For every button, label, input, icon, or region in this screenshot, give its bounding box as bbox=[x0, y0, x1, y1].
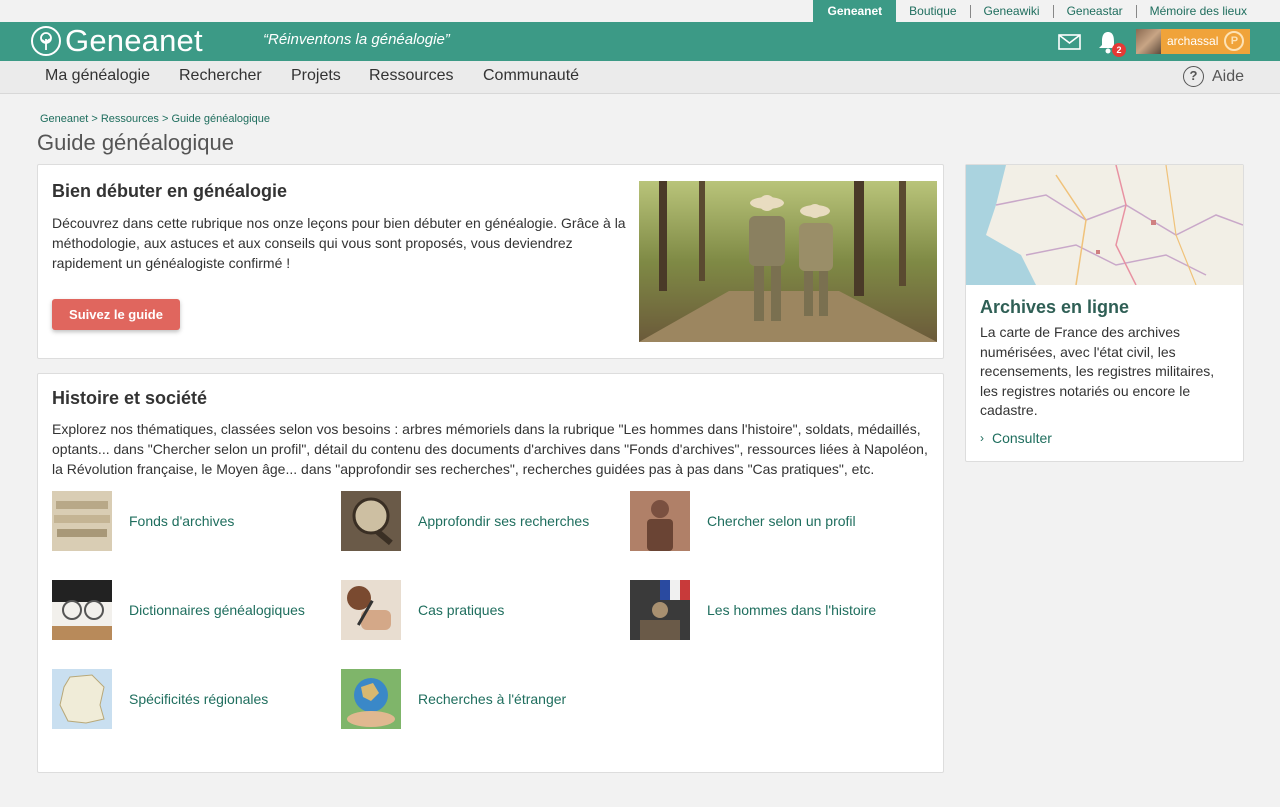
writing-thumbnail bbox=[341, 580, 401, 640]
network-link-boutique[interactable]: Boutique bbox=[896, 4, 969, 18]
question-icon: ? bbox=[1182, 66, 1204, 87]
nav-communaute[interactable]: Communauté bbox=[483, 67, 579, 85]
archives-description: La carte de France des archives numérisé… bbox=[980, 324, 1215, 418]
mail-icon[interactable] bbox=[1058, 34, 1081, 55]
history-title: Histoire et société bbox=[52, 388, 208, 408]
help-label: Aide bbox=[1211, 67, 1244, 85]
chevron-right-icon: › bbox=[980, 431, 984, 445]
archives-card: Archives en ligne La carte de France des… bbox=[965, 164, 1244, 462]
guide-card: Bien débuter en généalogie Découvrez dan… bbox=[37, 164, 944, 359]
network-link-geneastar[interactable]: Geneastar bbox=[1052, 4, 1136, 18]
liberty-painting-thumbnail bbox=[630, 580, 690, 640]
premium-icon: P bbox=[1224, 31, 1245, 51]
main-nav: Ma généalogie Rechercher Projets Ressour… bbox=[0, 61, 1280, 94]
site-header: Geneanet “Réinventons la généalogie” 2 a… bbox=[0, 22, 1280, 61]
network-link-geneawiki[interactable]: Geneawiki bbox=[969, 4, 1053, 18]
soldier-thumbnail bbox=[630, 491, 690, 551]
consult-link[interactable]: › Consulter bbox=[980, 430, 1052, 446]
slogan: “Réinventons la généalogie” bbox=[263, 31, 450, 48]
archives-title: Archives en ligne bbox=[980, 297, 1130, 317]
guide-description: Découvrez dans cette rubrique nos onze l… bbox=[52, 215, 626, 271]
consult-label: Consulter bbox=[992, 430, 1052, 446]
france-archives-map[interactable] bbox=[966, 165, 1243, 285]
history-card: Histoire et société Explorez nos thémati… bbox=[37, 373, 944, 773]
topic-label: Chercher selon un profil bbox=[707, 513, 856, 529]
user-menu[interactable]: archassal P bbox=[1136, 28, 1251, 54]
network-link-memoire[interactable]: Mémoire des lieux bbox=[1135, 4, 1260, 18]
logo-text: Geneanet bbox=[65, 23, 203, 58]
children-hiking-photo bbox=[639, 181, 937, 342]
glasses-thumbnail bbox=[52, 580, 112, 640]
topic-label: Dictionnaires généalogiques bbox=[129, 602, 305, 618]
nav-rechercher[interactable]: Rechercher bbox=[179, 67, 262, 85]
help-button[interactable]: ? Aide bbox=[1182, 66, 1244, 87]
topic-recherches-etranger[interactable]: Recherches à l'étranger bbox=[341, 669, 566, 729]
topic-cas-pratiques[interactable]: Cas pratiques bbox=[341, 580, 504, 640]
username-badge[interactable]: archassal P bbox=[1161, 28, 1251, 54]
topic-fonds-archives[interactable]: Fonds d'archives bbox=[52, 491, 234, 551]
topic-label: Recherches à l'étranger bbox=[418, 691, 567, 707]
topic-label: Spécificités régionales bbox=[129, 691, 269, 707]
breadcrumb[interactable]: Geneanet > Ressources > Guide généalogiq… bbox=[40, 113, 270, 125]
username: archassal bbox=[1167, 33, 1219, 48]
topic-dictionnaires[interactable]: Dictionnaires généalogiques bbox=[52, 580, 305, 640]
notification-count-badge: 2 bbox=[1112, 43, 1126, 57]
globe-thumbnail bbox=[341, 669, 401, 729]
archives-thumbnail bbox=[52, 491, 112, 551]
nav-projets[interactable]: Projets bbox=[291, 67, 341, 85]
geneanet-logo[interactable]: Geneanet bbox=[31, 23, 203, 58]
tree-logo-icon bbox=[31, 26, 61, 56]
topic-specificites-regionales[interactable]: Spécificités régionales bbox=[52, 669, 268, 729]
topic-approfondir[interactable]: Approfondir ses recherches bbox=[341, 491, 589, 551]
network-bar: Geneanet Boutique Geneawiki Geneastar Mé… bbox=[0, 0, 1280, 22]
page-title: Guide généalogique bbox=[37, 130, 234, 155]
history-description: Explorez nos thématiques, classées selon… bbox=[52, 421, 928, 477]
topic-label: Les hommes dans l'histoire bbox=[707, 602, 877, 618]
bell-icon[interactable]: 2 bbox=[1097, 30, 1126, 59]
nav-ressources[interactable]: Ressources bbox=[369, 67, 453, 85]
topic-hommes-histoire[interactable]: Les hommes dans l'histoire bbox=[630, 580, 876, 640]
topic-label: Fonds d'archives bbox=[129, 513, 235, 529]
magnifier-thumbnail bbox=[341, 491, 401, 551]
avatar[interactable] bbox=[1136, 28, 1161, 54]
france-map-thumbnail bbox=[52, 669, 112, 729]
follow-guide-button[interactable]: Suivez le guide bbox=[52, 299, 180, 330]
network-link-geneanet[interactable]: Geneanet bbox=[813, 0, 897, 22]
topic-label: Approfondir ses recherches bbox=[418, 513, 590, 529]
topic-chercher-profil[interactable]: Chercher selon un profil bbox=[630, 491, 856, 551]
nav-ma-genealogie[interactable]: Ma généalogie bbox=[45, 67, 150, 85]
topic-label: Cas pratiques bbox=[418, 602, 505, 618]
guide-title: Bien débuter en généalogie bbox=[52, 181, 288, 201]
